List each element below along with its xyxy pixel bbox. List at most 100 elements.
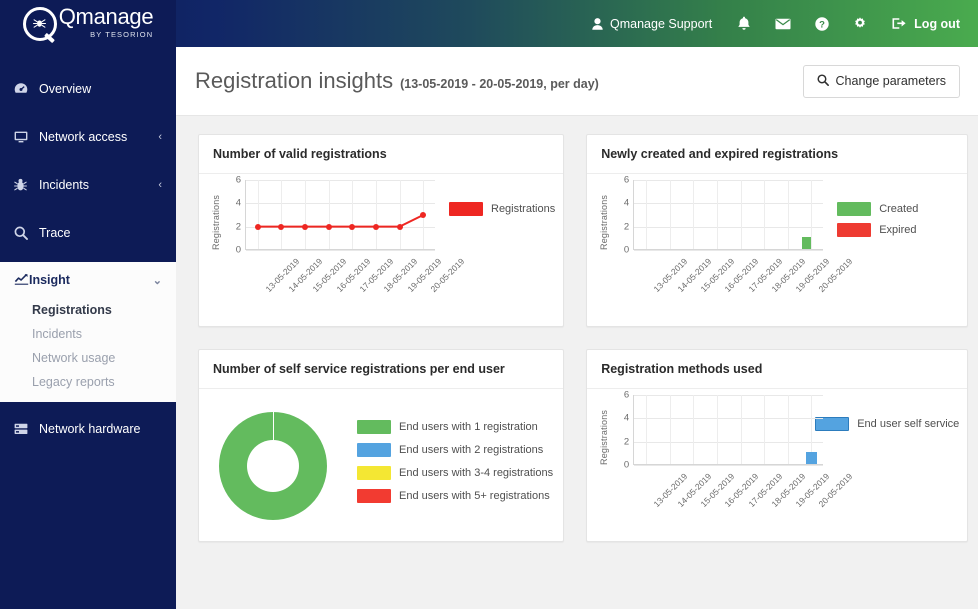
plot-canvas [633, 180, 824, 251]
gridline [634, 226, 824, 228]
settings-icon[interactable] [841, 0, 879, 47]
gridline [634, 395, 824, 396]
sidebar-item-network-usage[interactable]: Network usage [0, 346, 176, 370]
brand-tagline: BY TESORION [90, 30, 154, 40]
gridline [787, 395, 789, 464]
sidebar-item-overview[interactable]: Overview [0, 70, 176, 107]
y-tick-label: 2 [623, 221, 630, 233]
y-tick-label: 6 [623, 174, 630, 186]
sidebar-item-label: Incidents [39, 177, 90, 192]
change-parameters-label: Change parameters [835, 74, 946, 88]
card-valid-registrations: Number of valid registrations Registrati… [198, 134, 565, 327]
y-axis-label: Registrations [599, 409, 610, 465]
data-point [325, 223, 332, 230]
current-user-label: Qmanage Support [610, 16, 713, 31]
chevron-left-icon: ‹ [158, 130, 162, 143]
chart-legend: Created Expired [833, 180, 918, 322]
donut-seam [273, 412, 274, 440]
gridline [669, 395, 671, 464]
user-icon [592, 17, 603, 30]
card-title: Registration methods used [587, 350, 968, 389]
gridline [634, 203, 824, 205]
legend-item[interactable]: End users with 2 registrations [357, 443, 553, 457]
spider-icon [33, 19, 47, 28]
legend-swatch [449, 202, 483, 216]
plot-canvas [633, 395, 824, 466]
chart-self-service-per-user: End users with 1 registration End users w… [199, 389, 563, 541]
y-tick-label: 4 [623, 197, 630, 209]
gridline [246, 250, 435, 251]
y-tick-label: 2 [235, 221, 241, 233]
logout-label: Log out [914, 16, 960, 31]
legend-swatch [837, 223, 872, 237]
gridline [740, 180, 742, 249]
gridline [646, 180, 648, 249]
sidebar-section-insight: Insight ⌄ Registrations Incidents Networ… [0, 262, 176, 402]
bar [805, 452, 817, 464]
dashboard-grid: Number of valid registrations Registrati… [176, 116, 978, 542]
x-axis-ticks: 13-05-2019 14-05-2019 15-05-2019 16-05-2019… [633, 252, 855, 322]
change-parameters-button[interactable]: Change parameters [802, 64, 960, 98]
plot-area-0: Registrations 0 2 4 6 13-05-2019 14-05-2019 1… [207, 175, 467, 322]
legend-item[interactable]: End users with 1 registration [357, 420, 553, 434]
legend-item[interactable]: End user self service [815, 417, 959, 431]
legend-label: End users with 1 registration [399, 421, 538, 433]
page-title-text: Registration insights [195, 68, 394, 93]
donut-hole [247, 440, 299, 492]
data-point [349, 223, 356, 230]
sidebar-item-trace[interactable]: Trace [0, 214, 176, 251]
y-axis-ticks: 0 2 4 6 [613, 390, 630, 471]
data-point [254, 223, 261, 230]
legend-item[interactable]: Expired [837, 223, 918, 237]
help-icon[interactable]: ? [803, 0, 841, 47]
gridline [716, 180, 718, 249]
y-axis-ticks: 0 2 4 6 [225, 175, 241, 256]
legend-item[interactable]: Registrations [449, 202, 555, 216]
search-icon [14, 226, 34, 240]
gridline [693, 180, 695, 249]
legend-label: Expired [879, 224, 917, 236]
sidebar-item-network-hardware[interactable]: Network hardware [0, 410, 176, 447]
gridline [646, 395, 648, 464]
gridline [634, 441, 824, 443]
x-axis-ticks: 13-05-2019 14-05-2019 15-05-2019 16-05-2019… [633, 467, 855, 537]
notifications-icon[interactable] [725, 0, 763, 47]
bug-icon [14, 178, 34, 192]
y-tick-label: 6 [623, 389, 630, 401]
page-title: Registration insights (13-05-2019 - 20-0… [195, 68, 599, 94]
chart-legend: Registrations [445, 180, 555, 322]
sidebar-item-insight-incidents[interactable]: Incidents [0, 322, 176, 346]
sidebar-item-legacy-reports[interactable]: Legacy reports [0, 370, 176, 394]
card-created-expired: Newly created and expired registrations … [586, 134, 969, 327]
y-tick-label: 2 [623, 436, 630, 448]
gridline [716, 395, 718, 464]
y-tick-label: 4 [235, 197, 241, 209]
logout-button[interactable]: Log out [879, 0, 964, 47]
current-user[interactable]: Qmanage Support [579, 0, 725, 47]
gridline [740, 395, 742, 464]
sidebar-item-insight[interactable]: Insight ⌄ [0, 262, 176, 298]
sidebar-item-registrations[interactable]: Registrations [0, 298, 176, 322]
legend-item[interactable]: Created [837, 202, 918, 216]
chevron-down-icon: ⌄ [152, 274, 162, 287]
y-axis-label: Registrations [599, 194, 610, 250]
y-tick-label: 0 [623, 459, 630, 471]
legend-label: End users with 5+ registrations [399, 490, 550, 502]
svg-text:?: ? [819, 19, 825, 30]
messages-icon[interactable] [763, 0, 803, 47]
legend-item[interactable]: End users with 5+ registrations [357, 489, 553, 503]
legend-label: Registrations [491, 203, 556, 215]
brand-logo[interactable]: Qmanage BY TESORION [0, 0, 176, 47]
data-point [278, 223, 285, 230]
y-axis-label: Registrations [211, 194, 221, 250]
sidebar-item-network-access[interactable]: Network access ‹ [0, 118, 176, 155]
sidebar-item-incidents[interactable]: Incidents ‹ [0, 166, 176, 203]
brand-name: Qmanage [58, 4, 154, 30]
x-axis-ticks: 13-05-2019 14-05-2019 15-05-2019 16-05-2019… [245, 252, 466, 322]
legend-item[interactable]: End users with 3-4 registrations [357, 466, 553, 480]
monitor-icon [14, 131, 34, 143]
chart-created-expired: Registrations 0 2 4 6 13-05-2019 14-05-2019 1… [587, 174, 967, 326]
sign-out-icon [892, 17, 907, 30]
chart-legend: End user self service [805, 395, 959, 537]
gridline [764, 180, 766, 249]
